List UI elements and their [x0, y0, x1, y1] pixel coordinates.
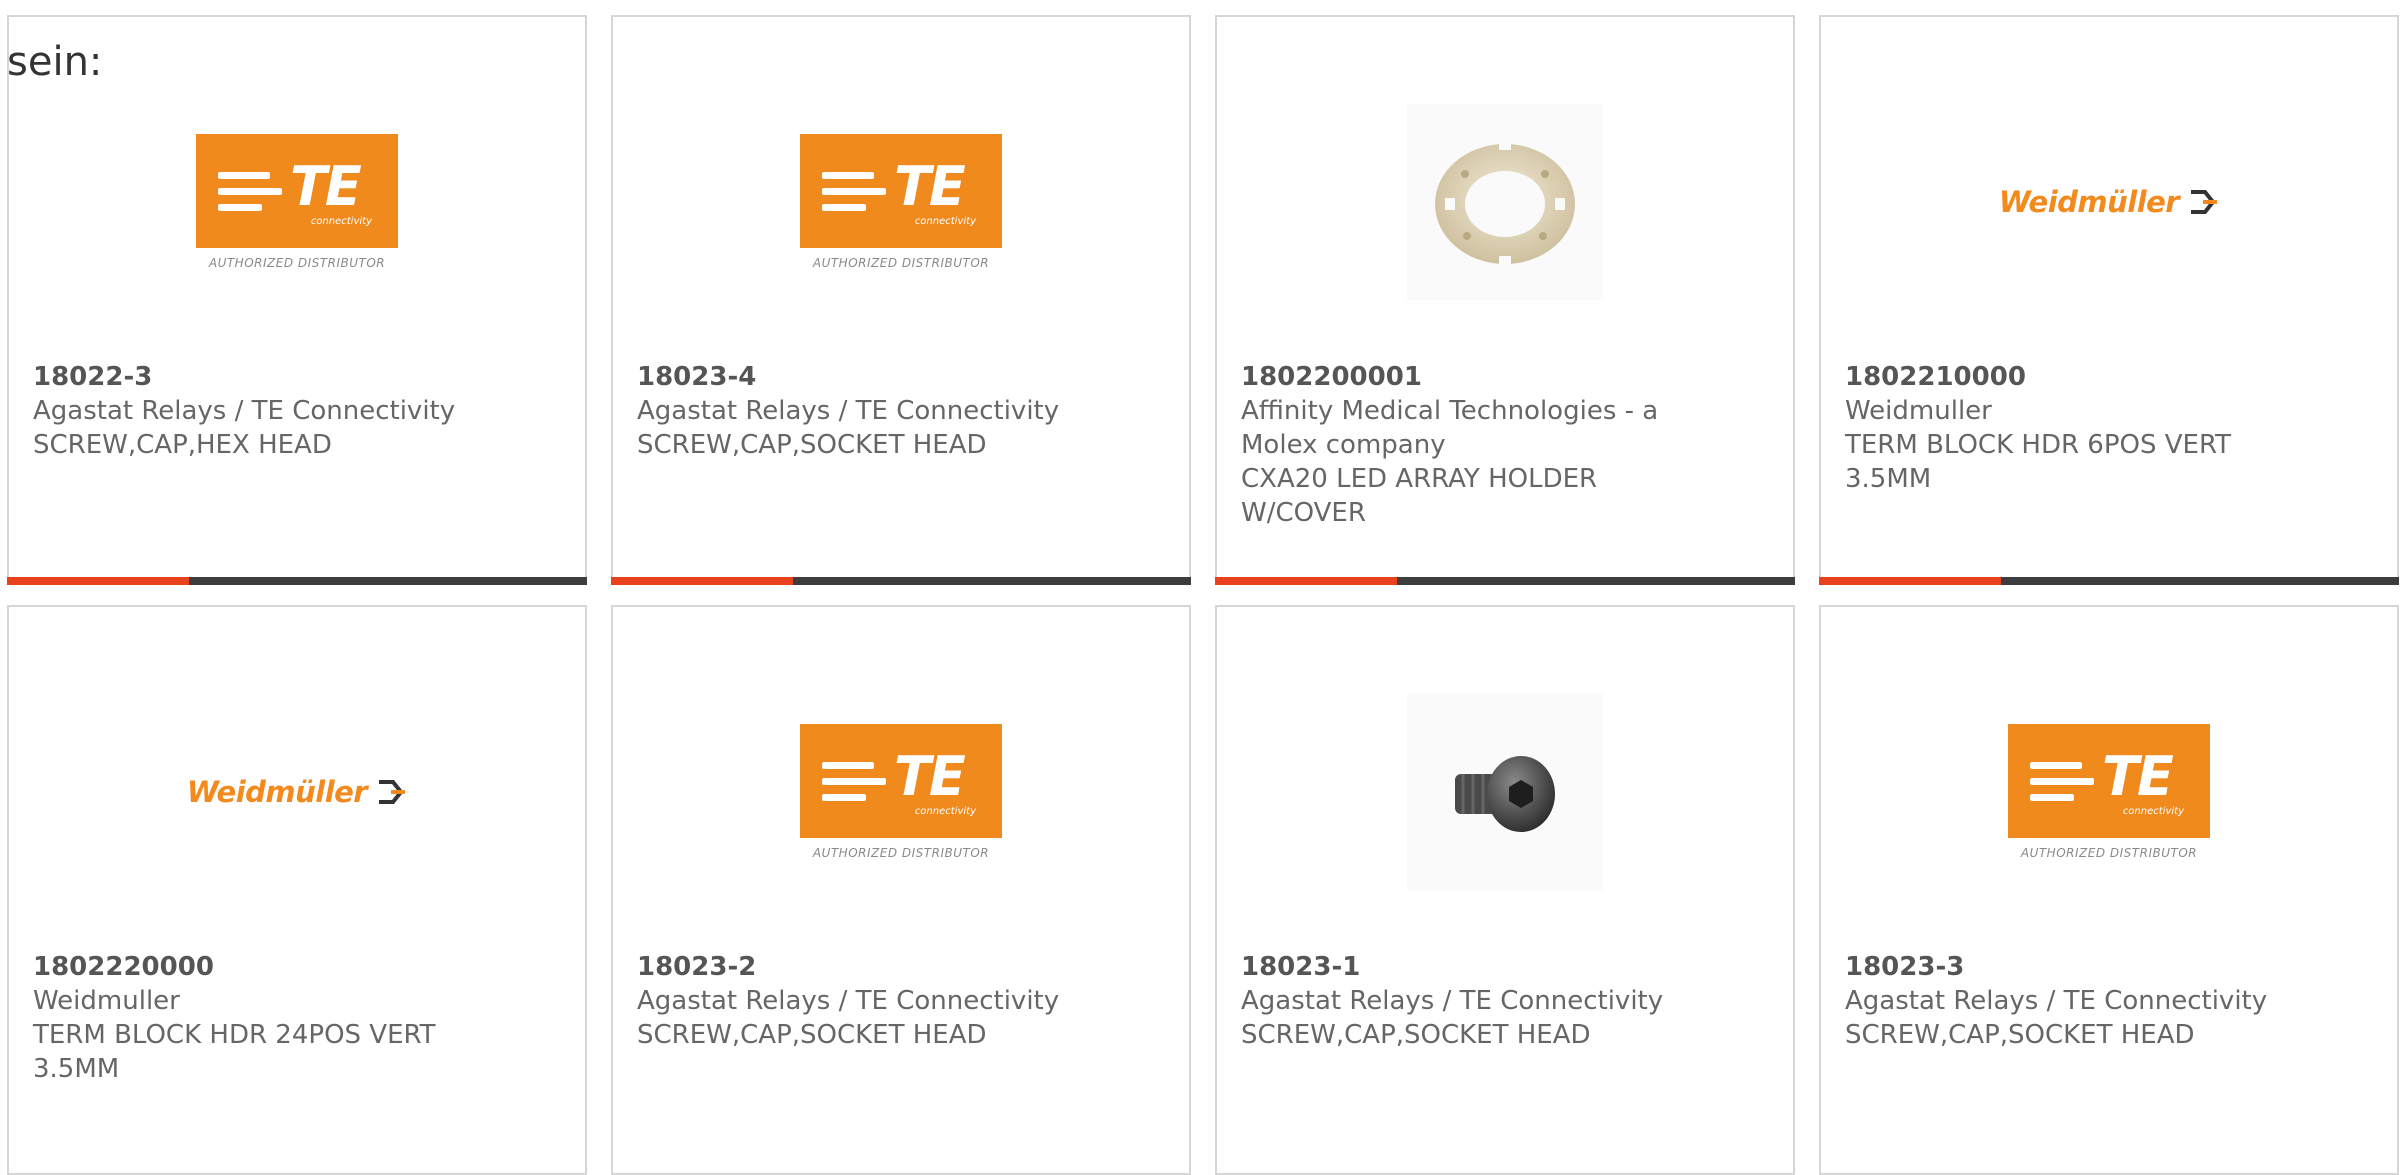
manufacturer: Agastat Relays / TE Connectivity — [1845, 986, 2268, 1016]
manufacturer: Agastat Relays / TE Connectivity — [637, 986, 1060, 1016]
manufacturer: Weidmuller — [1845, 396, 1992, 426]
manufacturer: Affinity Medical Technologies - a Molex … — [1241, 396, 1659, 460]
manufacturer: Agastat Relays / TE Connectivity — [637, 396, 1060, 426]
product-card[interactable]: TE connectivity AUTHORIZED DISTRIBUTOR 1… — [611, 15, 1191, 585]
part-number-link[interactable]: 18022-3 — [33, 360, 561, 394]
description: SCREW,CAP,SOCKET HEAD — [637, 1020, 987, 1050]
card-accent-bar — [1819, 577, 2399, 585]
manufacturer: Weidmuller — [33, 986, 180, 1016]
te-connectivity-logo: TE connectivity AUTHORIZED DISTRIBUTOR — [196, 134, 398, 270]
description: SCREW,CAP,SOCKET HEAD — [637, 430, 987, 460]
product-card[interactable]: 18023-1 Agastat Relays / TE Connectivity… — [1215, 605, 1795, 1175]
product-image[interactable] — [1217, 97, 1793, 307]
manufacturer: Agastat Relays / TE Connectivity — [33, 396, 456, 426]
te-connectivity-logo: TE connectivity AUTHORIZED DISTRIBUTOR — [2008, 724, 2210, 860]
product-card[interactable]: TE connectivity AUTHORIZED DISTRIBUTOR 1… — [7, 15, 587, 585]
product-card[interactable]: Weidmüller 1802220000 Weidmuller TERM BL… — [7, 605, 587, 1175]
part-number-link[interactable]: 18023-1 — [1241, 950, 1769, 984]
product-image[interactable]: TE connectivity AUTHORIZED DISTRIBUTOR — [1821, 687, 2397, 897]
socket-head-screw-photo — [1407, 694, 1603, 890]
description: CXA20 LED ARRAY HOLDER W/COVER — [1241, 464, 1598, 528]
part-number-link[interactable]: 1802220000 — [33, 950, 561, 984]
product-card[interactable]: 1802200001 Affinity Medical Technologies… — [1215, 15, 1795, 585]
product-image[interactable]: TE connectivity AUTHORIZED DISTRIBUTOR — [613, 687, 1189, 897]
description: SCREW,CAP,SOCKET HEAD — [1845, 1020, 2195, 1050]
product-card[interactable]: TE connectivity AUTHORIZED DISTRIBUTOR 1… — [1819, 605, 2399, 1175]
part-number-link[interactable]: 18023-2 — [637, 950, 1165, 984]
te-connectivity-logo: TE connectivity AUTHORIZED DISTRIBUTOR — [800, 134, 1002, 270]
card-accent-bar — [611, 577, 1191, 585]
part-number-link[interactable]: 1802200001 — [1241, 360, 1769, 394]
card-accent-bar — [7, 577, 587, 585]
weidmuller-logo: Weidmüller — [1999, 185, 2219, 219]
product-image[interactable]: Weidmüller — [9, 687, 585, 897]
product-image[interactable]: TE connectivity AUTHORIZED DISTRIBUTOR — [613, 97, 1189, 307]
description: TERM BLOCK HDR 24POS VERT 3.5MM — [33, 1020, 436, 1084]
description: SCREW,CAP,HEX HEAD — [33, 430, 332, 460]
intro-text: sein: — [7, 39, 103, 85]
manufacturer: Agastat Relays / TE Connectivity — [1241, 986, 1664, 1016]
part-number-link[interactable]: 18023-3 — [1845, 950, 2373, 984]
product-image[interactable]: TE connectivity AUTHORIZED DISTRIBUTOR — [9, 97, 585, 307]
weidmuller-logo: Weidmüller — [187, 775, 407, 809]
product-card[interactable]: TE connectivity AUTHORIZED DISTRIBUTOR 1… — [611, 605, 1191, 1175]
product-image[interactable]: Weidmüller — [1821, 97, 2397, 307]
product-image[interactable] — [1217, 687, 1793, 897]
te-connectivity-logo: TE connectivity AUTHORIZED DISTRIBUTOR — [800, 724, 1002, 860]
part-number-link[interactable]: 1802210000 — [1845, 360, 2373, 394]
description: SCREW,CAP,SOCKET HEAD — [1241, 1020, 1591, 1050]
led-array-holder-photo — [1407, 104, 1603, 300]
product-card[interactable]: Weidmüller 1802210000 Weidmuller TERM BL… — [1819, 15, 2399, 585]
part-number-link[interactable]: 18023-4 — [637, 360, 1165, 394]
description: TERM BLOCK HDR 6POS VERT 3.5MM — [1845, 430, 2232, 494]
card-accent-bar — [1215, 577, 1795, 585]
